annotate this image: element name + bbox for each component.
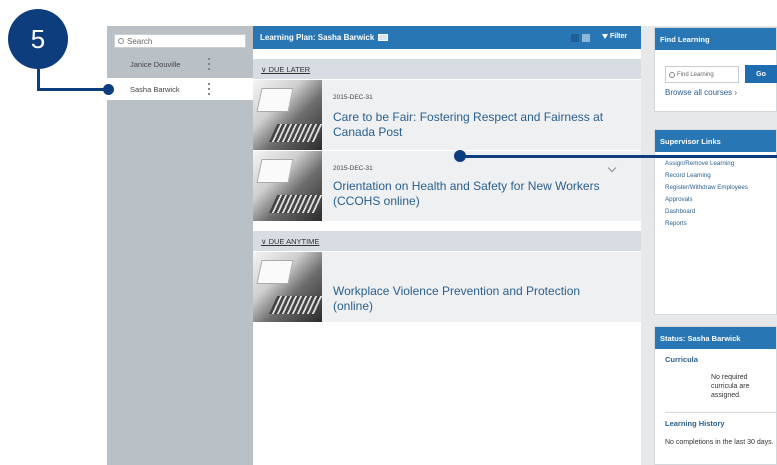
employee-item-janice[interactable]: Janice Douville	[107, 53, 253, 75]
course-thumbnail	[253, 151, 322, 221]
chevron-down-icon: ∨	[261, 64, 269, 74]
course-card[interactable]: Workplace Violence Prevention and Protec…	[253, 252, 641, 322]
find-learning-placeholder: Find Learning	[677, 71, 714, 78]
callout-line	[37, 69, 40, 90]
section-label: DUE LATER	[268, 64, 311, 74]
tile-view-icon[interactable]	[571, 34, 579, 42]
supervisor-link-list: Assign/Remove Learning Record Learning R…	[665, 158, 748, 230]
go-button[interactable]: Go	[745, 65, 777, 83]
chevron-down-icon: ∨	[261, 236, 269, 246]
learning-app: Search Janice Douville Sasha Barwick Lea…	[107, 26, 777, 465]
learning-history-message: No completions in the last 30 days.	[665, 439, 774, 446]
link-dashboard[interactable]: Dashboard	[665, 206, 748, 218]
course-card[interactable]: 2015-DEC-31 Care to be Fair: Fostering R…	[253, 80, 641, 150]
section-due-later[interactable]: ∨ DUE LATER	[253, 59, 641, 79]
course-card[interactable]: 2015-DEC-31 Orientation on Health and Sa…	[253, 151, 641, 221]
callout-line	[37, 88, 107, 91]
search-placeholder: Search	[127, 36, 153, 46]
callout-dot	[103, 84, 114, 95]
course-thumbnail	[253, 252, 322, 322]
course-title[interactable]: Workplace Violence Prevention and Protec…	[333, 284, 623, 314]
link-assign-remove-learning[interactable]: Assign/Remove Learning	[665, 158, 748, 170]
employee-name: Sasha Barwick	[130, 84, 180, 94]
view-toggle[interactable]	[571, 34, 590, 42]
employee-search-input[interactable]: Search	[114, 34, 246, 48]
employee-name: Janice Douville	[130, 59, 181, 69]
search-icon	[118, 38, 124, 44]
panel-header: Status: Sasha Barwick	[655, 327, 776, 349]
divider	[665, 412, 777, 413]
due-date: 2015-DEC-31	[333, 165, 373, 172]
more-options-icon[interactable]	[208, 58, 211, 70]
callout-number-badge: 5	[8, 9, 68, 69]
employee-item-sasha[interactable]: Sasha Barwick	[107, 78, 253, 100]
id-card-icon	[378, 34, 389, 41]
course-thumbnail	[253, 80, 322, 150]
panel-header: Find Learning	[655, 28, 776, 50]
learning-plan-panel: Learning Plan: Sasha Barwick Filter ∨ DU…	[253, 26, 641, 465]
section-label: DUE ANYTIME	[268, 236, 320, 246]
screenshot-stage: Search Janice Douville Sasha Barwick Lea…	[0, 0, 777, 465]
filter-icon	[602, 34, 608, 39]
curricula-message: No required curricula are assigned.	[711, 374, 750, 399]
link-register-withdraw[interactable]: Register/Withdraw Employees	[665, 182, 748, 194]
browse-all-courses-link[interactable]: Browse all courses ›	[665, 88, 737, 97]
curricula-heading[interactable]: Curricula	[665, 355, 698, 364]
filter-button[interactable]: Filter	[602, 33, 627, 40]
search-icon	[669, 71, 675, 78]
find-learning-input[interactable]: Find Learning	[665, 66, 739, 83]
filter-label: Filter	[610, 33, 628, 40]
learning-plan-title: Learning Plan: Sasha Barwick	[260, 33, 375, 42]
employee-panel: Search Janice Douville Sasha Barwick	[107, 26, 253, 465]
due-date: 2015-DEC-31	[333, 94, 373, 101]
section-due-anytime[interactable]: ∨ DUE ANYTIME	[253, 231, 641, 251]
link-approvals[interactable]: Approvals	[665, 194, 748, 206]
callout-dot	[454, 150, 466, 162]
panel-header: Supervisor Links	[655, 130, 776, 152]
list-view-icon[interactable]	[582, 34, 590, 42]
learning-history-heading[interactable]: Learning History	[665, 419, 725, 428]
chevron-down-icon[interactable]	[607, 163, 617, 173]
link-record-learning[interactable]: Record Learning	[665, 170, 748, 182]
status-panel: Status: Sasha Barwick Curricula No requi…	[654, 326, 777, 465]
learning-plan-header: Learning Plan: Sasha Barwick Filter	[253, 26, 641, 49]
find-learning-panel: Find Learning Find Learning Go Browse al…	[654, 27, 777, 112]
callout-line	[460, 155, 777, 158]
course-title[interactable]: Orientation on Health and Safety for New…	[333, 179, 623, 209]
link-reports[interactable]: Reports	[665, 218, 748, 230]
course-title[interactable]: Care to be Fair: Fostering Respect and F…	[333, 110, 623, 140]
more-options-icon[interactable]	[208, 83, 211, 95]
